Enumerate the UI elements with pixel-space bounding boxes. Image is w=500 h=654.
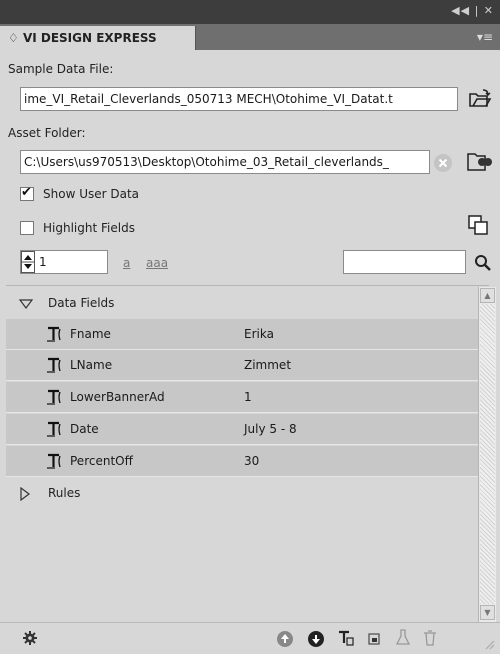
table-row[interactable]: Fname Erika — [6, 319, 478, 350]
table-row[interactable]: LowerBannerAd 1 — [6, 382, 478, 413]
table-row[interactable]: PercentOff 30 — [6, 446, 478, 477]
flask-icon[interactable] — [395, 628, 411, 648]
tree-scrollbar[interactable]: ▲ ▼ — [478, 287, 496, 622]
rules-label: Rules — [48, 486, 81, 500]
show-user-data-checkbox[interactable] — [20, 185, 34, 201]
scroll-track[interactable] — [480, 304, 495, 604]
clear-x-icon[interactable] — [432, 152, 454, 174]
bottom-toolbar — [0, 622, 500, 654]
field-value: Erika — [244, 327, 274, 341]
record-number: 1 — [39, 255, 47, 269]
stepper-arrows-icon[interactable] — [21, 251, 35, 273]
open-folder-icon[interactable] — [467, 87, 493, 111]
highlight-fields-label: Highlight Fields — [43, 221, 135, 235]
show-user-data-label: Show User Data — [43, 187, 140, 201]
panel-titlebar: ◀◀ | ✕ — [0, 0, 500, 24]
table-row[interactable]: LName Zimmet — [6, 350, 478, 381]
field-name: PercentOff — [70, 454, 133, 468]
panel-title: ♢ VI DESIGN EXPRESS — [8, 31, 157, 45]
trash-icon[interactable] — [422, 628, 438, 648]
scroll-down-icon[interactable]: ▼ — [480, 605, 495, 620]
scroll-up-icon[interactable]: ▲ — [480, 288, 495, 303]
image-frame-icon[interactable] — [366, 630, 382, 646]
sample-data-file-field[interactable]: ime_VI_Retail_Cleverlands_050713 MECH\Ot… — [20, 87, 458, 111]
search-icon[interactable] — [474, 254, 492, 272]
asset-folder-field[interactable]: C:\Users\us970513\Desktop\Otohime_03_Ret… — [20, 150, 430, 174]
field-name: Date — [70, 422, 99, 436]
highlight-fields-checkbox[interactable] — [20, 221, 34, 235]
arrow-down-circle-icon[interactable] — [307, 630, 325, 648]
vi-design-express-panel: ◀◀ | ✕ ♢ VI DESIGN EXPRESS ▾≡ Sample Dat… — [0, 0, 500, 654]
folder-binoculars-icon[interactable] — [465, 148, 493, 174]
text-field-icon — [47, 326, 61, 342]
data-fields-label: Data Fields — [48, 296, 115, 310]
field-name: LName — [70, 358, 113, 372]
field-name: LowerBannerAd — [70, 390, 165, 404]
data-fields-group[interactable]: Data Fields — [6, 288, 478, 318]
asset-folder-label: Asset Folder: — [8, 126, 86, 140]
search-input[interactable] — [343, 250, 466, 274]
field-value: Zimmet — [244, 358, 292, 372]
text-field-icon — [47, 389, 61, 405]
text-field-icon — [47, 453, 61, 469]
text-insert-icon[interactable] — [337, 629, 355, 647]
duplicate-icon[interactable] — [467, 214, 489, 236]
arrow-up-circle-icon[interactable] — [276, 630, 294, 648]
gear-icon[interactable] — [22, 630, 38, 646]
field-value: 1 — [244, 390, 252, 404]
collapse-triangle-icon[interactable] — [20, 487, 30, 501]
panel-menu-icon[interactable]: ▾≡ — [477, 30, 493, 44]
collapse-close-icons[interactable]: ◀◀ | ✕ — [451, 4, 494, 17]
lowercase-a-button[interactable]: a — [123, 256, 130, 270]
panel-tabbar: ♢ VI DESIGN EXPRESS ▾≡ — [0, 24, 500, 50]
sample-data-file-label: Sample Data File: — [8, 62, 114, 76]
text-field-icon — [47, 421, 61, 437]
field-value: July 5 - 8 — [244, 422, 297, 436]
tab-vi-design-express[interactable]: ♢ VI DESIGN EXPRESS — [0, 26, 196, 50]
field-name: Fname — [70, 327, 111, 341]
table-row[interactable]: Date July 5 - 8 — [6, 414, 478, 445]
rules-group[interactable]: Rules — [6, 478, 478, 508]
text-field-icon — [47, 357, 61, 373]
resize-grip-icon[interactable] — [482, 637, 496, 651]
expand-triangle-icon[interactable] — [19, 299, 33, 309]
field-value: 30 — [244, 454, 260, 468]
lowercase-aaa-button[interactable]: aaa — [146, 256, 168, 270]
